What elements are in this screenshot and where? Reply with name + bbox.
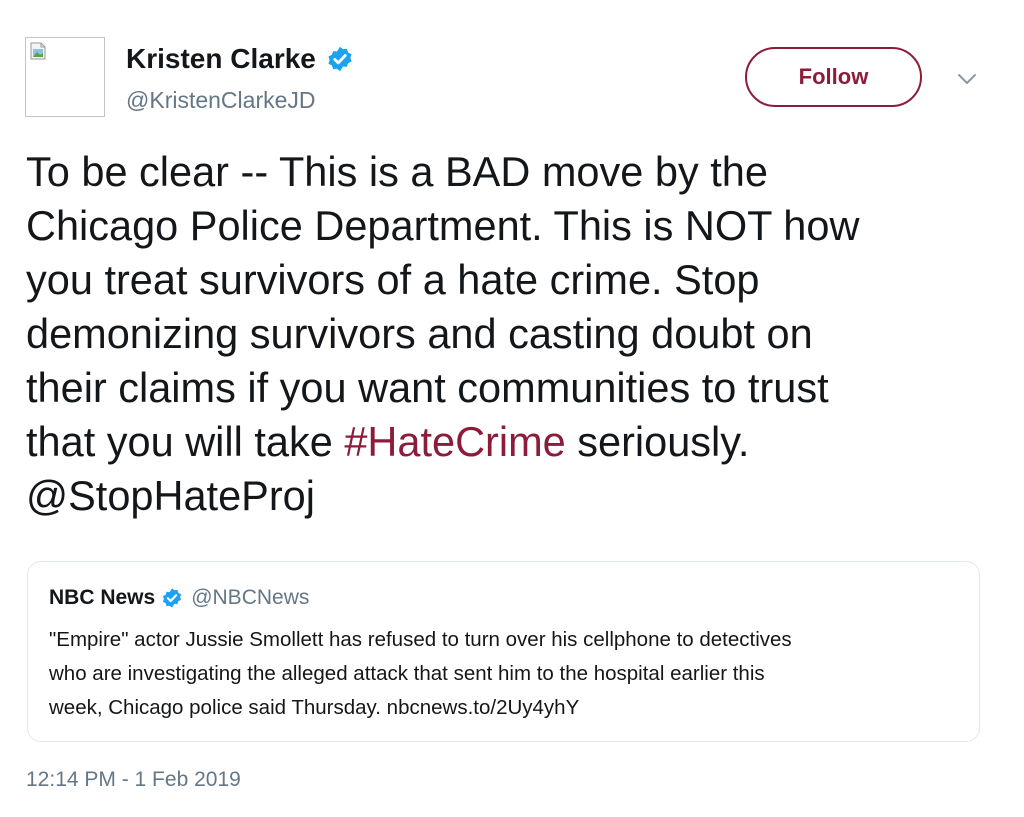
verified-badge-icon xyxy=(163,588,182,608)
tweet-card: Kristen Clarke @KristenClarkeJD Follow T… xyxy=(0,0,1024,817)
quoted-author-handle: @NBCNews xyxy=(191,586,310,609)
verified-badge-icon xyxy=(328,46,352,72)
author-handle[interactable]: @KristenClarkeJD xyxy=(126,85,316,115)
quoted-tweet[interactable]: NBC News @NBCNews "Empire" actor Jussie … xyxy=(27,561,980,742)
follow-button[interactable]: Follow xyxy=(745,47,922,107)
author-name-text[interactable]: Kristen Clarke xyxy=(126,42,316,76)
hashtag-link[interactable]: #HateCrime xyxy=(344,418,565,465)
broken-image-icon xyxy=(30,42,46,60)
author-name[interactable]: Kristen Clarke xyxy=(126,42,354,76)
tweet-text-body-end: seriously. xyxy=(577,418,750,465)
quoted-author-name: NBC News xyxy=(49,586,156,609)
quoted-tweet-header: NBC News @NBCNews xyxy=(49,586,309,610)
tweet-text: To be clear -- This is a BAD move by the… xyxy=(26,145,1001,523)
chevron-down-icon[interactable] xyxy=(956,71,978,87)
avatar[interactable] xyxy=(25,37,105,117)
tweet-timestamp[interactable]: 12:14 PM - 1 Feb 2019 xyxy=(26,765,241,795)
quoted-tweet-text: "Empire" actor Jussie Smollett has refus… xyxy=(49,628,792,719)
mention-link[interactable]: @StopHateProj xyxy=(26,472,315,519)
